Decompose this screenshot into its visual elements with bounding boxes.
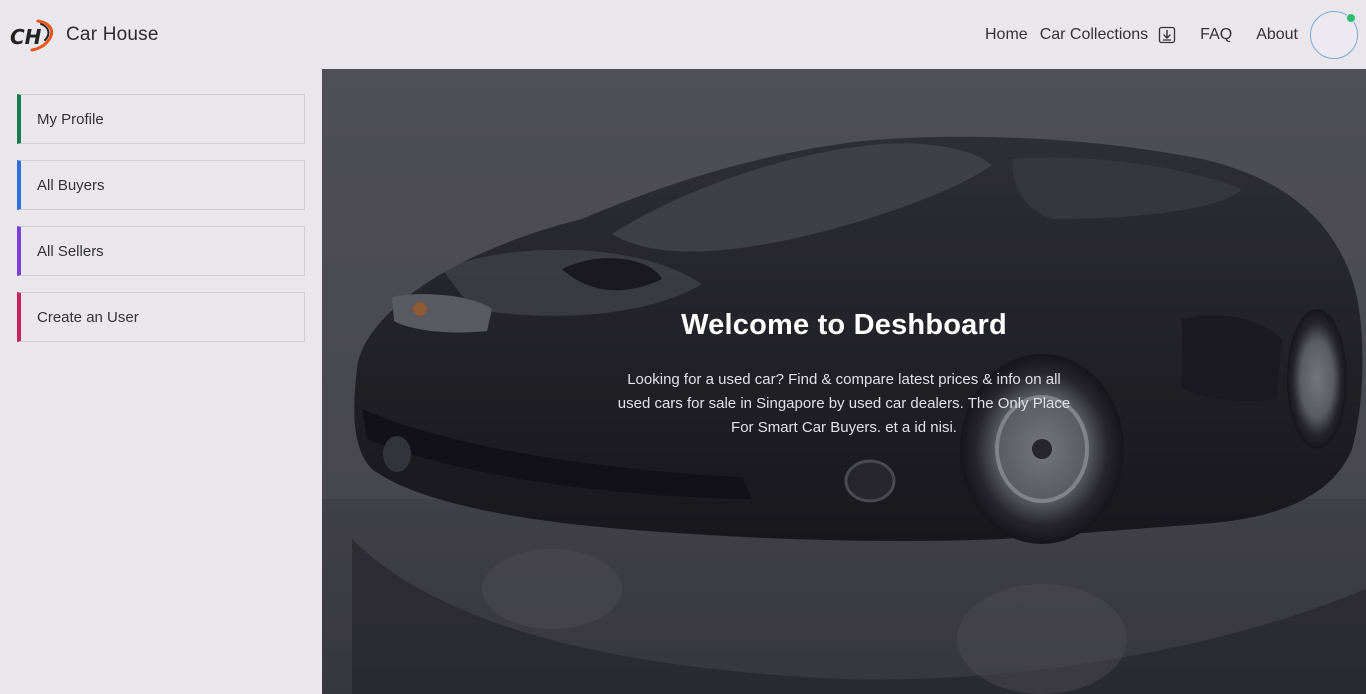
nav-about-link[interactable]: About (1256, 26, 1298, 44)
nav-faq-link[interactable]: FAQ (1200, 26, 1232, 44)
sidebar-item-create-user[interactable]: Create an User (17, 292, 305, 342)
nav-car-collections-dropdown[interactable]: Car Collections (1040, 26, 1176, 44)
sidebar-item-label: All Sellers (37, 242, 104, 260)
car-house-logo-icon: CH (10, 19, 54, 51)
sidebar-item-my-profile[interactable]: My Profile (17, 94, 305, 144)
svg-text:CH: CH (10, 25, 42, 49)
navbar: CH Car House Home Car Collections FAQ Ab… (0, 0, 1366, 69)
sidebar-item-label: Create an User (37, 308, 139, 326)
dashboard-hero: Welcome to Deshboard Looking for a used … (322, 69, 1366, 694)
nav-car-collections-label: Car Collections (1039, 25, 1149, 43)
hero-content: Welcome to Deshboard Looking for a used … (322, 309, 1366, 440)
sidebar-item-label: All Buyers (37, 176, 105, 194)
brand[interactable]: CH Car House (8, 17, 159, 53)
sidebar-item-all-buyers[interactable]: All Buyers (17, 160, 305, 210)
hero-description: Looking for a used car? Find & compare l… (617, 371, 1071, 436)
sidebar-item-label: My Profile (37, 110, 104, 128)
brand-name: Car House (66, 23, 159, 45)
hero-title: Welcome to Deshboard (681, 309, 1007, 341)
nav-home-link[interactable]: Home (985, 26, 1028, 44)
sidebar: My Profile All Buyers All Sellers Create… (17, 94, 305, 358)
sidebar-item-all-sellers[interactable]: All Sellers (17, 226, 305, 276)
nav-links: Home Car Collections FAQ About (985, 0, 1366, 69)
user-avatar-button[interactable] (1310, 10, 1358, 59)
online-status-dot (1346, 12, 1356, 23)
download-icon (1159, 26, 1176, 43)
